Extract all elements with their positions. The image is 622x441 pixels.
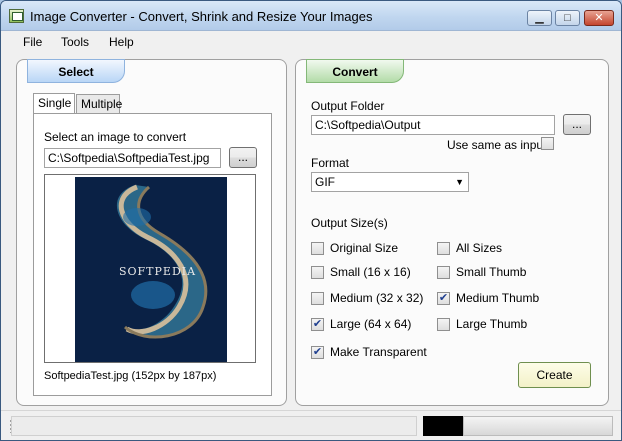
checkmark-icon: ✔ bbox=[438, 292, 449, 304]
status-bar bbox=[1, 410, 621, 440]
window-title: Image Converter - Convert, Shrink and Re… bbox=[30, 9, 373, 24]
label-medium-size: Medium (32 x 32) bbox=[330, 291, 424, 305]
tab-single[interactable]: Single bbox=[33, 93, 75, 113]
output-sizes-label: Output Size(s) bbox=[311, 216, 388, 230]
label-large-size: Large (64 x 64) bbox=[330, 317, 412, 331]
image-preview: SOFTPEDIA bbox=[75, 177, 227, 362]
image-path-input[interactable]: C:\Softpedia\SoftpediaTest.jpg bbox=[44, 148, 221, 168]
menu-help[interactable]: Help bbox=[109, 35, 134, 49]
app-image-icon bbox=[9, 9, 24, 23]
tab-multiple[interactable]: Multiple bbox=[76, 94, 122, 113]
use-same-checkbox[interactable] bbox=[541, 137, 554, 150]
browse-output-button[interactable]: ... bbox=[563, 114, 591, 135]
output-folder-input[interactable]: C:\Softpedia\Output bbox=[311, 115, 555, 135]
maximize-button[interactable]: □ bbox=[555, 10, 580, 26]
output-folder-label: Output Folder bbox=[311, 99, 385, 113]
preview-watermark: SOFTPEDIA bbox=[119, 265, 197, 278]
select-panel: Select Single Multiple Select an image t… bbox=[16, 59, 287, 406]
progress-bar bbox=[463, 416, 613, 436]
label-small-size: Small (16 x 16) bbox=[330, 265, 411, 279]
menu-file[interactable]: File bbox=[23, 35, 42, 49]
close-button[interactable]: ✕ bbox=[584, 10, 614, 26]
app-window: Image Converter - Convert, Shrink and Re… bbox=[0, 0, 622, 441]
checkbox-large-size[interactable]: ✔ bbox=[311, 318, 324, 331]
select-image-label: Select an image to convert bbox=[44, 130, 187, 144]
checkbox-small-thumb[interactable] bbox=[437, 266, 450, 279]
checkbox-small-size[interactable] bbox=[311, 266, 324, 279]
status-text-field bbox=[11, 416, 417, 436]
use-same-label: Use same as input bbox=[447, 138, 547, 152]
label-small-thumb: Small Thumb bbox=[456, 265, 527, 279]
label-large-thumb: Large Thumb bbox=[456, 317, 528, 331]
image-preview-frame: SOFTPEDIA bbox=[44, 174, 256, 363]
checkbox-all-sizes[interactable] bbox=[437, 242, 450, 255]
single-tab-page: Select an image to convert C:\Softpedia\… bbox=[33, 113, 272, 396]
checkmark-icon: ✔ bbox=[312, 346, 323, 358]
status-indicator bbox=[423, 416, 463, 436]
format-value: GIF bbox=[315, 175, 335, 189]
menu-tools[interactable]: Tools bbox=[61, 35, 89, 49]
convert-panel: Convert Output Folder C:\Softpedia\Outpu… bbox=[295, 59, 609, 406]
title-bar: Image Converter - Convert, Shrink and Re… bbox=[1, 1, 621, 31]
menu-bar: File Tools Help bbox=[1, 32, 621, 52]
format-label: Format bbox=[311, 156, 350, 170]
chevron-down-icon: ▼ bbox=[455, 177, 464, 187]
checkbox-original-size[interactable] bbox=[311, 242, 324, 255]
minimize-button[interactable]: ▁ bbox=[527, 10, 552, 26]
checkbox-large-thumb[interactable] bbox=[437, 318, 450, 331]
format-select[interactable]: GIF ▼ bbox=[311, 172, 469, 192]
browse-image-button[interactable]: ... bbox=[229, 147, 257, 168]
checkmark-icon: ✔ bbox=[312, 318, 323, 330]
image-caption: SoftpediaTest.jpg (152px by 187px) bbox=[44, 370, 217, 382]
checkbox-medium-thumb[interactable]: ✔ bbox=[437, 292, 450, 305]
label-make-transparent: Make Transparent bbox=[330, 345, 427, 359]
create-button[interactable]: Create bbox=[518, 362, 591, 388]
select-panel-header: Select bbox=[27, 59, 125, 83]
label-all-sizes: All Sizes bbox=[456, 241, 503, 255]
checkbox-medium-size[interactable] bbox=[311, 292, 324, 305]
label-original-size: Original Size bbox=[330, 241, 399, 255]
checkbox-make-transparent[interactable]: ✔ bbox=[311, 346, 324, 359]
label-medium-thumb: Medium Thumb bbox=[456, 291, 540, 305]
convert-panel-header: Convert bbox=[306, 59, 404, 83]
